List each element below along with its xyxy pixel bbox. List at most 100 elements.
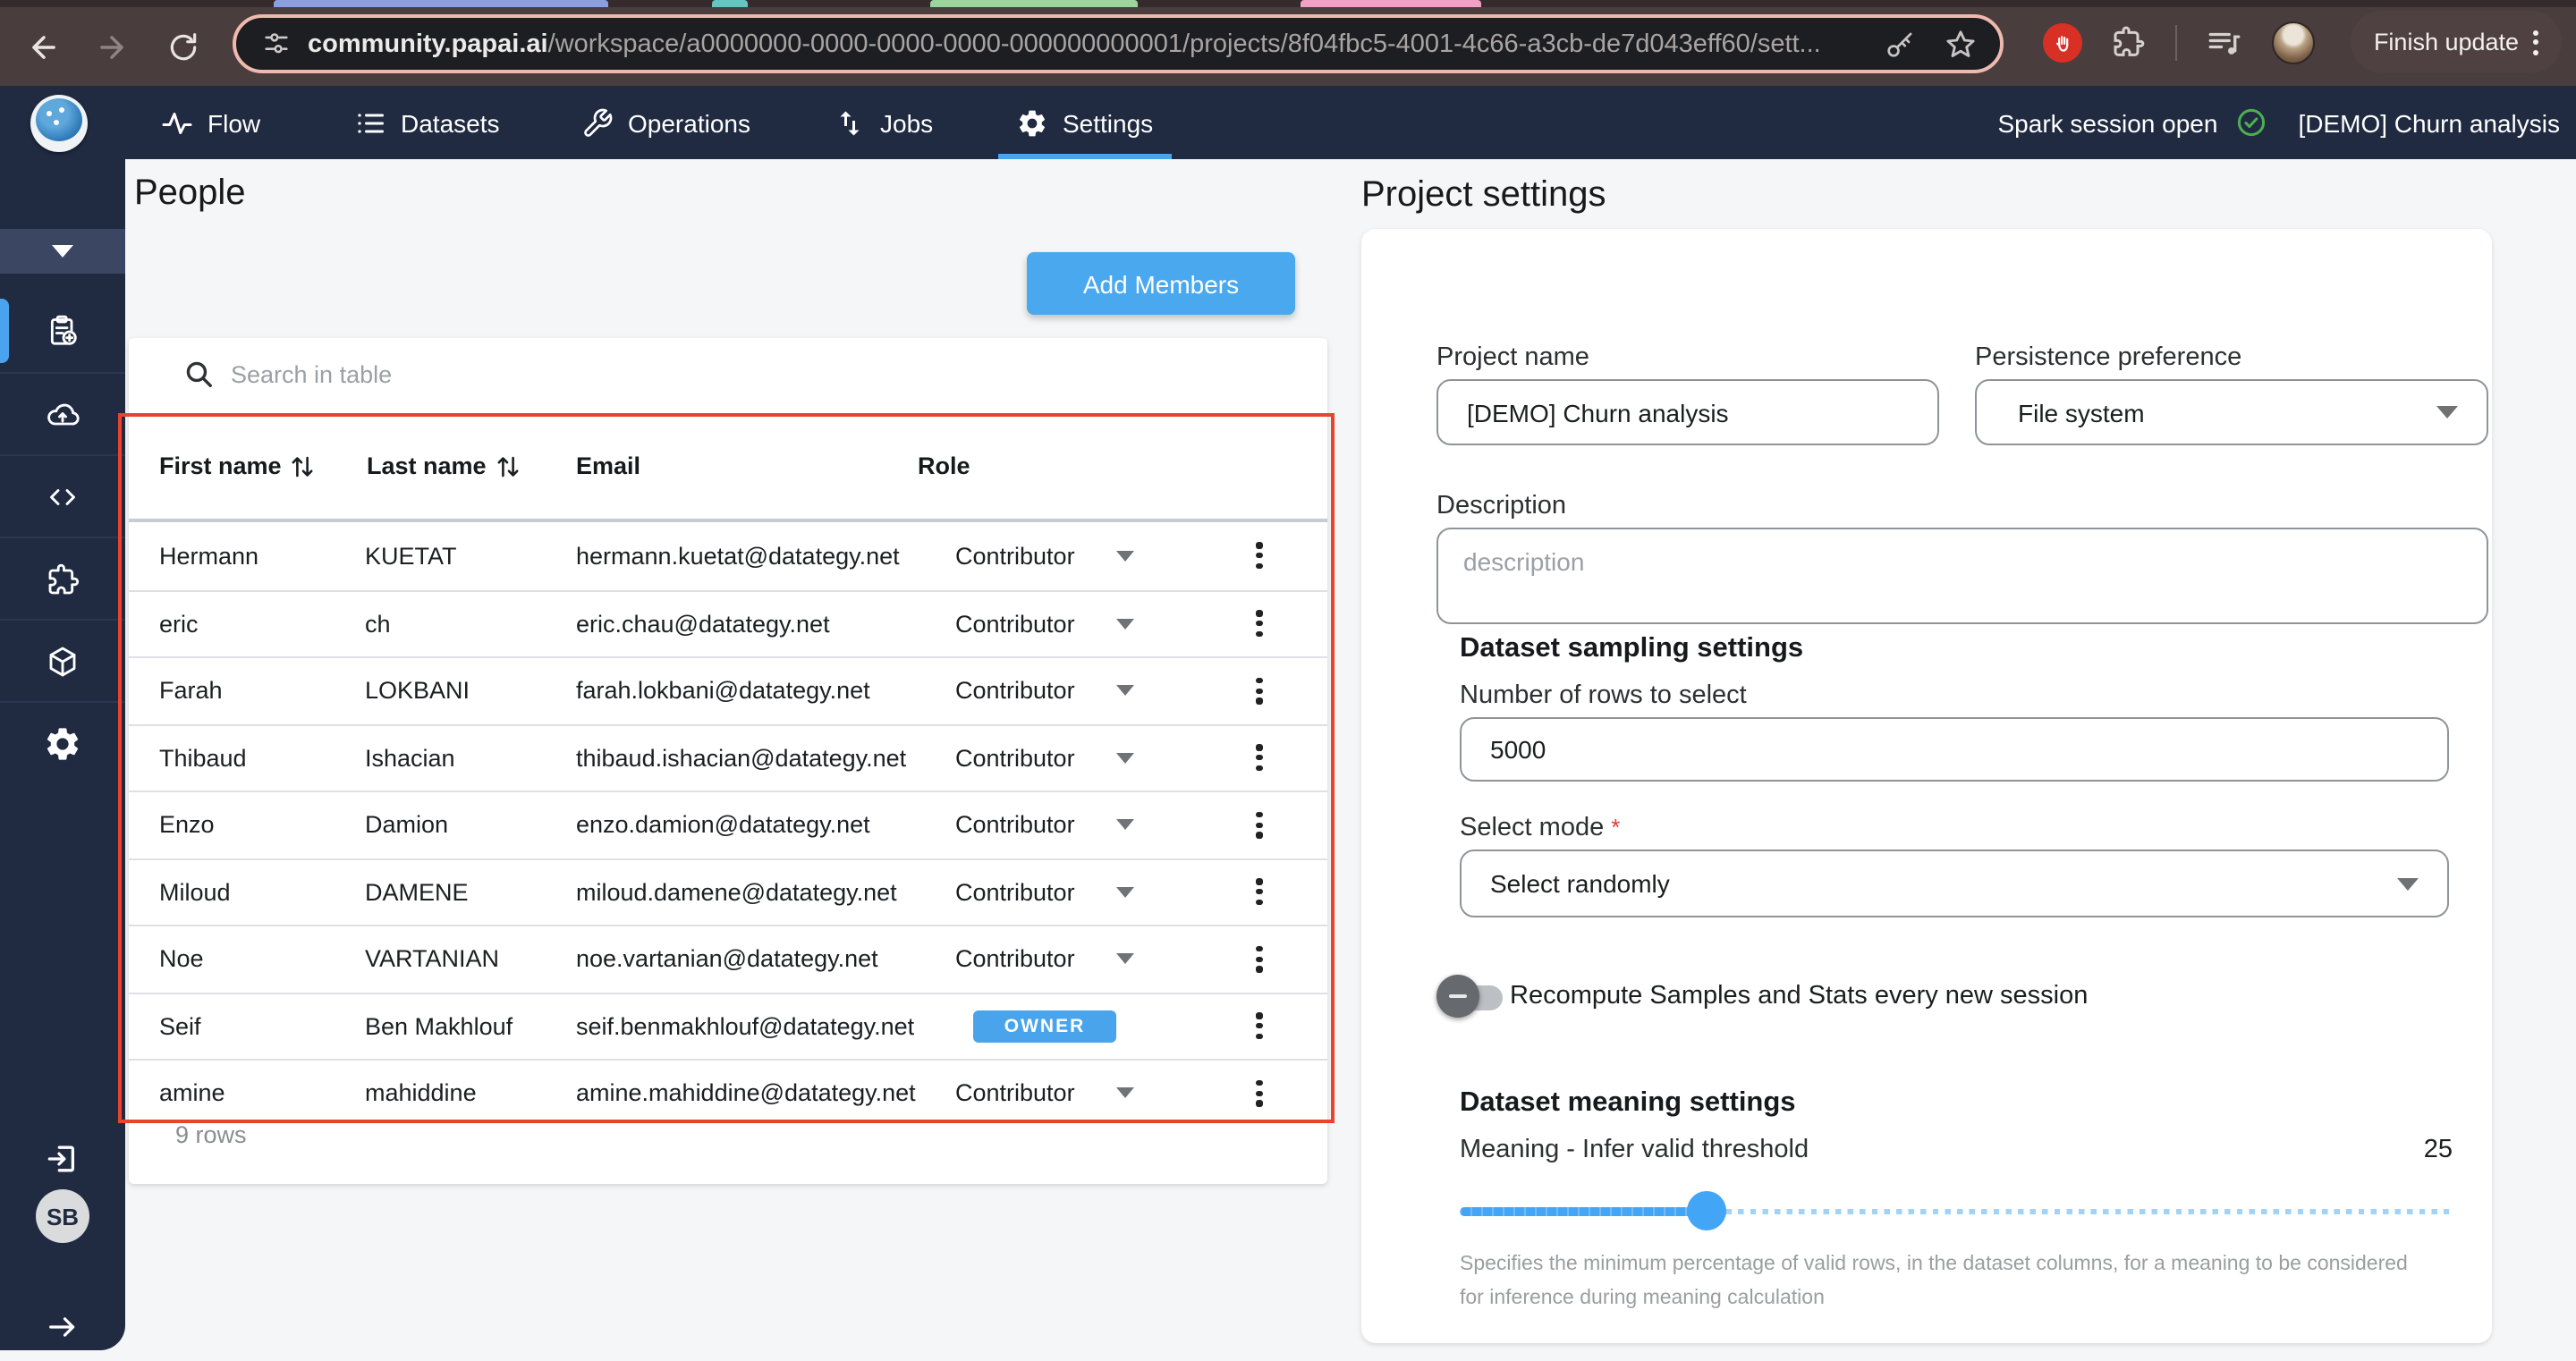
tab-label: Operations	[628, 108, 750, 137]
site-settings-icon[interactable]	[261, 29, 292, 59]
row-menu-button[interactable]	[1245, 608, 1274, 640]
cell-last-name: ch	[365, 611, 391, 638]
papai-logo[interactable]	[30, 95, 88, 152]
sort-icon[interactable]	[496, 453, 521, 478]
project-name-label: Project name	[1436, 343, 1589, 372]
add-members-button[interactable]: Add Members	[1027, 252, 1295, 315]
slider-thumb[interactable]	[1687, 1191, 1726, 1230]
row-menu-button[interactable]	[1245, 943, 1274, 976]
sampling-section-heading: Dataset sampling settings	[1460, 633, 1803, 665]
browser-profile-avatar[interactable]	[2272, 21, 2315, 64]
sort-icon[interactable]	[291, 453, 316, 478]
address-bar[interactable]: community.papai.ai/workspace/a0000000-00…	[233, 14, 2004, 73]
tab-label: Datasets	[401, 108, 500, 137]
chevron-down-icon[interactable]	[1116, 887, 1134, 898]
reload-button[interactable]	[161, 25, 204, 68]
required-asterisk: *	[1611, 814, 1620, 841]
tab-settings[interactable]: Settings	[998, 86, 1171, 159]
recompute-toggle-label: Recompute Samples and Stats every new se…	[1510, 982, 2088, 1010]
row-menu-button[interactable]	[1245, 540, 1274, 572]
role-select-value[interactable]: Contributor	[955, 678, 1075, 705]
recompute-toggle-knob[interactable]	[1436, 975, 1479, 1018]
role-select-value[interactable]: Contributor	[955, 879, 1075, 906]
column-header-last-name[interactable]: Last name	[367, 452, 521, 479]
table-row: SeifBen Makhloufseif.benmakhlouf@datateg…	[129, 992, 1327, 1059]
role-select-value[interactable]: Contributor	[955, 1080, 1075, 1107]
table-row: HermannKUETAThermann.kuetat@datategy.net…	[129, 522, 1327, 589]
sidebar-item-project-forms[interactable]	[0, 290, 125, 372]
sidebar-item-cloud-upload[interactable]	[0, 372, 125, 454]
rows-to-select-input[interactable]: 5000	[1460, 717, 2449, 782]
spark-session-status: Spark session open	[1998, 108, 2218, 137]
table-row-count: 9 rows	[175, 1121, 247, 1148]
chevron-down-icon[interactable]	[1116, 753, 1134, 764]
persistence-select[interactable]: File system	[1975, 379, 2488, 445]
password-key-icon[interactable]	[1884, 27, 1918, 61]
sidebar-item-code[interactable]	[0, 454, 125, 537]
search-input[interactable]	[231, 338, 1233, 410]
sidebar: SB	[0, 159, 125, 1350]
bookmark-star-icon[interactable]	[1943, 26, 1979, 62]
sidebar-item-exit[interactable]	[0, 1118, 125, 1200]
chevron-down-icon[interactable]	[1116, 551, 1134, 562]
cell-first-name: amine	[159, 1080, 225, 1107]
browser-menu-icon[interactable]	[2533, 30, 2538, 55]
chevron-down-icon[interactable]	[1116, 1088, 1134, 1099]
description-label: Description	[1436, 492, 1566, 520]
adblock-extension-button[interactable]	[2043, 23, 2082, 63]
tab-color-strip	[274, 0, 608, 7]
chevron-down-icon[interactable]	[1116, 954, 1134, 965]
slider-filled-track	[1460, 1206, 1707, 1215]
table-row: ericcheric.chau@datategy.netContributor	[129, 589, 1327, 656]
tab-operations[interactable]: Operations	[564, 86, 768, 159]
appbar-status: Spark session open [DEMO] Churn analysis	[1998, 86, 2561, 159]
role-select-value[interactable]: Contributor	[955, 543, 1075, 570]
sidebar-project-switcher[interactable]	[0, 229, 125, 274]
forward-button[interactable]	[89, 25, 132, 68]
tab-datasets[interactable]: Datasets	[336, 86, 518, 159]
sidebar-item-packages[interactable]	[0, 619, 125, 701]
cell-last-name: VARTANIAN	[365, 946, 499, 973]
media-playlist-icon[interactable]	[2206, 24, 2243, 62]
row-menu-button[interactable]	[1245, 1010, 1274, 1043]
tab-label: Jobs	[880, 108, 933, 137]
user-avatar[interactable]: SB	[36, 1189, 89, 1243]
row-menu-button[interactable]	[1245, 675, 1274, 707]
row-menu-button[interactable]	[1245, 742, 1274, 774]
back-button[interactable]	[21, 25, 64, 68]
select-mode-select[interactable]: Select randomly	[1460, 850, 2449, 917]
row-menu-button[interactable]	[1245, 1078, 1274, 1110]
cell-first-name: Seif	[159, 1013, 201, 1040]
extensions-puzzle-icon[interactable]	[2111, 25, 2147, 61]
chevron-down-icon	[2397, 877, 2419, 890]
finish-update-button[interactable]: Finish update	[2351, 11, 2562, 73]
column-header-first-name[interactable]: First name	[159, 452, 316, 479]
row-menu-button[interactable]	[1245, 876, 1274, 909]
arrow-right-icon	[45, 1309, 80, 1345]
role-select-value[interactable]: Contributor	[955, 812, 1075, 839]
cell-last-name: Damion	[365, 812, 448, 839]
exit-icon	[43, 1139, 82, 1179]
cell-first-name: Farah	[159, 678, 223, 705]
sidebar-item-plugins[interactable]	[0, 537, 125, 619]
operations-icon	[581, 106, 614, 139]
role-select-value[interactable]: Contributor	[955, 946, 1075, 973]
tab-jobs[interactable]: Jobs	[816, 86, 951, 159]
row-menu-button[interactable]	[1245, 809, 1274, 841]
project-name-input[interactable]: [DEMO] Churn analysis	[1436, 379, 1939, 445]
chevron-down-icon[interactable]	[1116, 820, 1134, 831]
role-select-value[interactable]: Contributor	[955, 745, 1075, 772]
description-textarea[interactable]: description	[1436, 528, 2488, 624]
cell-email: miloud.damene@datategy.net	[576, 879, 897, 906]
rows-to-select-value: 5000	[1490, 735, 1546, 764]
chevron-down-icon[interactable]	[1116, 619, 1134, 630]
tab-flow[interactable]: Flow	[143, 86, 278, 159]
threshold-slider[interactable]	[1460, 1191, 2449, 1230]
sidebar-item-settings[interactable]	[0, 701, 125, 783]
settings-icon	[1016, 106, 1048, 139]
chevron-down-icon[interactable]	[1116, 686, 1134, 697]
clipboard-plus-icon	[45, 313, 80, 349]
role-select-value[interactable]: Contributor	[955, 611, 1075, 638]
sidebar-expand-button[interactable]	[0, 1300, 125, 1354]
table-search-row	[129, 338, 1327, 410]
